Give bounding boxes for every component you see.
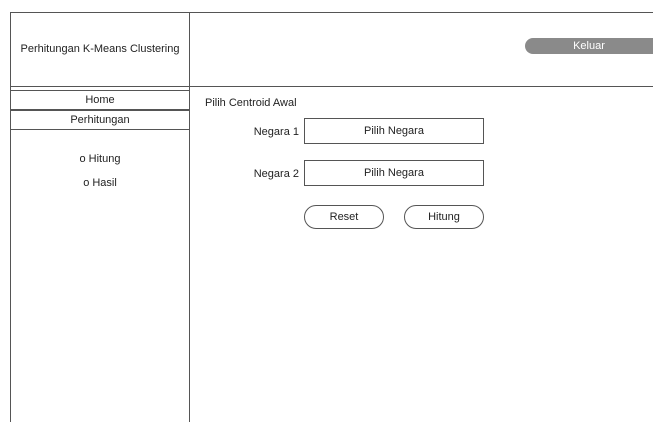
logout-button[interactable]: Keluar [525,38,653,54]
app-frame: Perhitungan K-Means Clustering Keluar Ho… [0,0,653,422]
negara-2-value: Pilih Negara [364,167,424,179]
reset-button[interactable]: Reset [304,205,384,229]
sidebar-item-label: Home [85,94,115,106]
negara-1-value: Pilih Negara [364,125,424,137]
app-title: Perhitungan K-Means Clustering [20,43,180,55]
sidebar-item-perhitungan[interactable]: Perhitungan [10,110,190,130]
hitung-button[interactable]: Hitung [404,205,484,229]
sidebar-item-label: Perhitungan [70,114,130,126]
negara-2-label: Negara 2 [253,168,299,180]
sidebar-subitem-hasil[interactable]: o Hasil [10,177,190,189]
negara-2-select[interactable]: Pilih Negara [304,160,484,186]
section-title: Pilih Centroid Awal [205,97,297,109]
header-top-border [190,12,653,13]
negara-1-select[interactable]: Pilih Negara [304,118,484,144]
sidebar-subitem-hitung[interactable]: o Hitung [10,153,190,165]
header-divider [10,86,653,87]
sidebar-item-home[interactable]: Home [10,90,190,110]
negara-1-label: Negara 1 [253,126,299,138]
